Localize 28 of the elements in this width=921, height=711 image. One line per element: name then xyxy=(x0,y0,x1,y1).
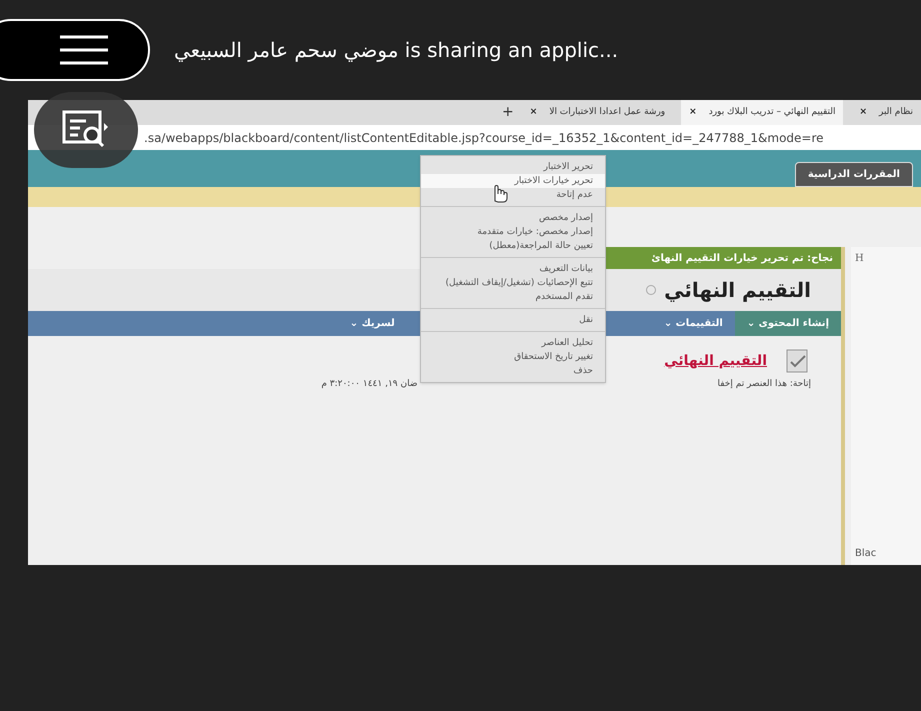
menu-item[interactable]: تحرير خيارات الاختبار xyxy=(421,174,605,188)
page-title: التقييم النهائي xyxy=(664,277,811,304)
availability-text: إتاحة: هذا العنصر تم إخفا xyxy=(717,378,811,391)
menu-item[interactable]: تعيين حالة المراجعة(معطل) xyxy=(421,239,605,258)
panel-letter: H xyxy=(855,252,865,266)
close-tab-button[interactable]: × xyxy=(530,106,538,120)
menu-item[interactable]: إصدار مخصص xyxy=(421,211,605,225)
menu-item[interactable]: تتبع الإحصائيات (تشغيل/إيقاف التشغيل) xyxy=(421,276,605,290)
menu-icon xyxy=(60,35,108,65)
date-text: ضان ١٩, ١٤٤١ ٣:٢٠:٠٠ م xyxy=(321,378,418,391)
new-tab-button[interactable]: + xyxy=(502,102,514,123)
close-tab-button[interactable]: × xyxy=(859,106,867,120)
browser-tab[interactable]: التقييم النهائي – تدريب البلاك بورد × xyxy=(681,100,844,125)
menu-item[interactable]: نقل xyxy=(421,313,605,332)
menu-item[interactable]: إصدار مخصص: خيارات متقدمة xyxy=(421,225,605,239)
menu-item[interactable]: تحليل العناصر xyxy=(421,336,605,350)
close-tab-button[interactable]: × xyxy=(689,106,697,120)
toolbar-menu[interactable]: إنشاء المحتوى ⌄ xyxy=(734,311,841,336)
menu-item[interactable]: تقدم المستخدم xyxy=(421,290,605,309)
document-search-icon xyxy=(62,110,110,150)
menu-item[interactable]: تغيير تاريخ الاستحقاق xyxy=(421,350,605,364)
sharing-title: موضي سحم عامر السبيعي is sharing an applic... xyxy=(174,37,618,64)
menu-item[interactable]: حذف xyxy=(421,364,605,378)
header-tab[interactable]: المقررات الدراسية xyxy=(794,162,913,187)
item-title-link[interactable]: التقييم النهائي xyxy=(664,350,767,372)
menu-button[interactable] xyxy=(0,19,150,81)
menu-item[interactable]: تحرير الاختبار xyxy=(421,160,605,174)
panel-footer: Blac xyxy=(855,546,917,561)
